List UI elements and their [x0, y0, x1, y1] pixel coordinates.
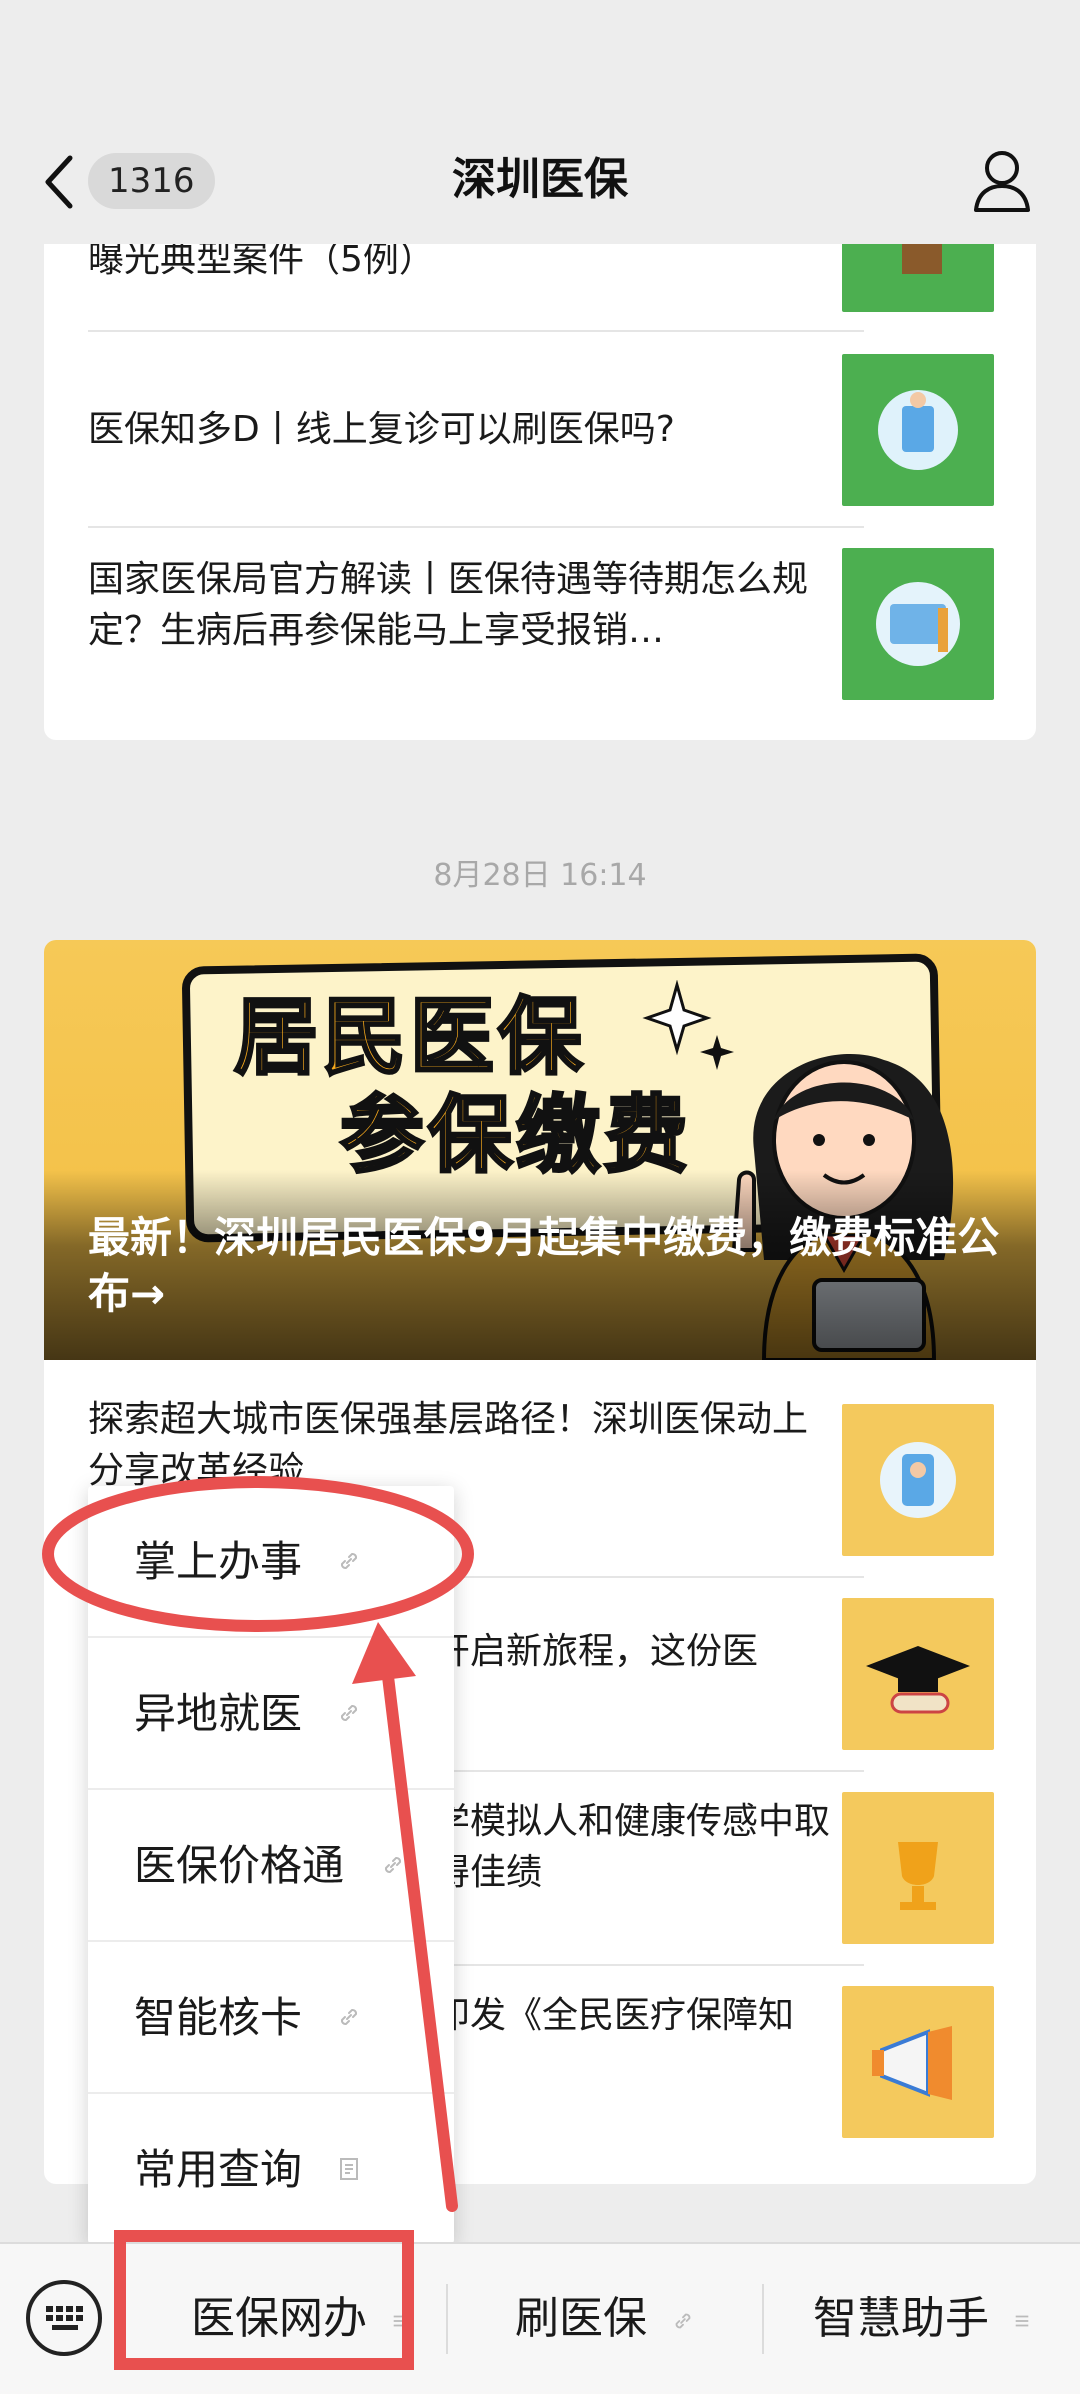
keyboard-icon [46, 2306, 83, 2330]
divider [88, 526, 864, 528]
article-title[interactable]: 开启新旅程，这份医 [434, 1626, 834, 1677]
link-icon [340, 1704, 358, 1722]
link-icon [340, 2008, 358, 2026]
nav-header: 1316 深圳医保 [0, 0, 1080, 244]
hero-headline[interactable]: 最新！深圳居民医保9月起集中缴费，缴费标准公布→ [88, 1210, 1018, 1322]
page-title: 深圳医保 [452, 154, 628, 205]
hero-banner[interactable]: 居民医保 参保缴费 最新！深圳居民医保9月起集中缴费，缴费标准公布→ [44, 940, 1036, 1360]
message-timestamp: 8月28日 16:14 [433, 858, 647, 893]
keyboard-toggle-button[interactable] [26, 2280, 102, 2356]
article-thumbnail[interactable] [842, 1598, 994, 1750]
article-thumbnail[interactable] [842, 244, 994, 312]
link-icon [340, 1552, 358, 1570]
menu-lines-icon [393, 2315, 407, 2327]
article-title[interactable]: 学模拟人和健康传感中取得佳绩 [434, 1796, 834, 1898]
article-thumbnail[interactable] [842, 548, 994, 700]
menu-item-common-query[interactable]: 常用查询 [88, 2094, 454, 2244]
article-title[interactable]: 印发《全民医疗保障知 [434, 1990, 834, 2041]
profile-button[interactable] [972, 148, 1032, 214]
article-title[interactable]: 曝光典型案件（5例） [88, 244, 838, 285]
article-thumbnail[interactable] [842, 1404, 994, 1556]
article-title[interactable]: 国家医保局官方解读丨医保待遇等待期怎么规定？生病后再参保能马上享受报销… [88, 554, 838, 656]
article-thumbnail[interactable] [842, 354, 994, 506]
article-card: 曝光典型案件（5例） 医保知多D丨线上复诊可以刷医保吗? 国家医保局官方解读丨医… [44, 244, 1036, 740]
menu-lines-icon [1015, 2315, 1029, 2327]
link-icon [675, 2313, 691, 2329]
link-icon [384, 1856, 402, 1874]
article-title[interactable]: 医保知多D丨线上复诊可以刷医保吗? [88, 404, 838, 455]
bottom-menu-medical-online[interactable]: 医保网办 [150, 2244, 450, 2394]
bottom-menu-scan-insurance[interactable]: 刷医保 [448, 2244, 762, 2394]
divider [88, 330, 864, 332]
article-title[interactable]: 探索超大城市医保强基层路径！深圳医保动上分享改革经验 [88, 1394, 838, 1496]
menu-item-smart-card-check[interactable]: 智能核卡 [88, 1942, 454, 2092]
article-thumbnail[interactable] [842, 1986, 994, 2138]
document-icon [340, 2158, 358, 2180]
article-thumbnail[interactable] [842, 1792, 994, 1944]
person-icon [974, 151, 1030, 212]
menu-popup: 掌上办事 异地就医 医保价格通 智能核卡 常用查询 [88, 1486, 454, 2244]
menu-item-price-lookup[interactable]: 医保价格通 [88, 1790, 454, 1940]
menu-item-handheld-services[interactable]: 掌上办事 [88, 1486, 454, 1636]
menu-item-remote-treatment[interactable]: 异地就医 [88, 1638, 454, 1788]
bottom-menu-bar: 医保网办 刷医保 智慧助手 [0, 2242, 1080, 2394]
bottom-menu-smart-assistant[interactable]: 智慧助手 [764, 2244, 1080, 2394]
